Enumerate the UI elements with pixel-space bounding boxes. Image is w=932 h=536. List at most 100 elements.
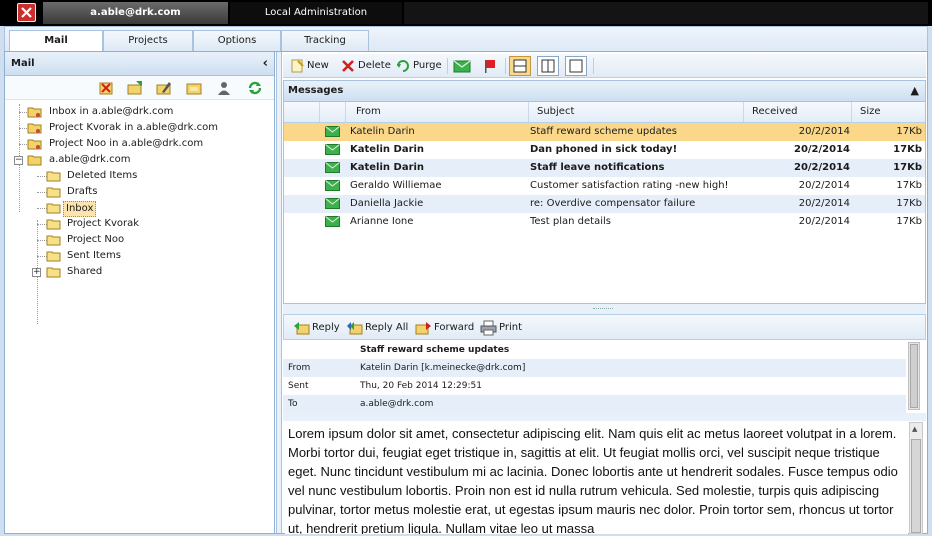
folder-icon	[46, 251, 61, 262]
folder-tree: Inbox in a.able@drk.com Project Kvorak i…	[5, 100, 274, 324]
message-toolbar: New Delete Purge	[283, 54, 926, 78]
column-header-size[interactable]: Size	[852, 102, 926, 122]
reply-icon	[294, 322, 310, 335]
chevron-up-icon[interactable]: ▲	[911, 81, 919, 101]
headers-scrollbar[interactable]	[908, 342, 920, 410]
message-subject: Dan phoned in sick today!	[530, 144, 678, 155]
top-bar-filler	[404, 2, 928, 24]
list-preview-splitter[interactable]	[283, 304, 926, 314]
share-folder-icon[interactable]	[216, 80, 232, 96]
tab-tracking[interactable]: Tracking	[281, 30, 369, 52]
folder-icon	[46, 267, 61, 278]
tree-item-label: Project Kvorak in a.able@drk.com	[49, 122, 218, 133]
rename-folder-icon[interactable]	[156, 80, 172, 96]
tree-item-label: Project Kvorak	[67, 218, 140, 229]
pane-splitter[interactable]	[276, 52, 282, 533]
tree-item-drafts[interactable]: Drafts	[5, 184, 274, 200]
shared-folder-icon	[27, 139, 42, 150]
message-list: From Subject Received Size Katelin Darin…	[283, 102, 926, 304]
collapse-toggle[interactable]: −	[14, 156, 23, 165]
message-row[interactable]: Arianne Ione Test plan details 20/2/2014…	[284, 213, 925, 231]
panel-title: Mail	[11, 58, 35, 69]
message-row[interactable]: Katelin Darin Staff leave notifications …	[284, 159, 925, 177]
layout-horizontal-split-button[interactable]	[509, 56, 531, 76]
tree-item-project-noo[interactable]: Project Noo	[5, 232, 274, 248]
column-header-from[interactable]: From	[346, 102, 529, 122]
print-label: Print	[499, 322, 523, 333]
folder-toolbar	[5, 76, 274, 100]
header-from-row: From Katelin Darin [k.meinecke@drk.com]	[283, 359, 906, 377]
tab-projects[interactable]: Projects	[103, 30, 193, 52]
message-row[interactable]: Geraldo Williemae Customer satisfaction …	[284, 177, 925, 195]
tree-item-project-kvorak[interactable]: Project Kvorak	[5, 216, 274, 232]
tab-mail[interactable]: Mail	[9, 30, 103, 53]
column-header-icon[interactable]	[320, 102, 346, 122]
folder-icon	[46, 235, 61, 246]
tab-options[interactable]: Options	[193, 30, 281, 52]
tree-item-deleted-items[interactable]: Deleted Items	[5, 168, 274, 184]
new-button[interactable]: New	[287, 57, 329, 75]
refresh-icon[interactable]	[247, 80, 263, 96]
layout-no-preview-button[interactable]	[565, 56, 587, 76]
header-sent-row: Sent Thu, 20 Feb 2014 12:29:51	[283, 377, 906, 395]
forward-button[interactable]: Forward	[415, 319, 474, 337]
tree-item-label: Deleted Items	[67, 170, 138, 181]
message-subject: Test plan details	[530, 216, 611, 227]
message-body: Lorem ipsum dolor sit amet, consectetur …	[285, 421, 908, 534]
message-headers: Staff reward scheme updates From Katelin…	[283, 341, 906, 413]
chevron-left-icon[interactable]: ‹	[263, 52, 268, 76]
tree-item-project-kvorak-shared[interactable]: Project Kvorak in a.able@drk.com	[5, 120, 274, 136]
message-size: 17Kb	[893, 144, 922, 155]
body-scrollbar[interactable]: ▲	[909, 422, 923, 534]
from-label: From	[288, 363, 311, 373]
close-icon[interactable]	[17, 3, 36, 22]
tree-item-inbox-shared[interactable]: Inbox in a.able@drk.com	[5, 104, 274, 120]
panel-header: Mail ‹	[5, 52, 274, 76]
message-row[interactable]: Katelin Darin Dan phoned in sick today! …	[284, 141, 925, 159]
message-from: Arianne Ione	[350, 216, 414, 227]
message-size: 17Kb	[896, 198, 922, 209]
new-folder-icon[interactable]	[127, 80, 143, 96]
message-list-header: From Subject Received Size	[284, 102, 925, 123]
message-received: 20/2/2014	[793, 162, 850, 173]
mailbox-folder-icon	[27, 155, 42, 166]
message-row[interactable]: Katelin Darin Staff reward scheme update…	[284, 123, 925, 141]
tree-item-shared[interactable]: + Shared	[5, 264, 274, 280]
folder-icon	[46, 203, 61, 214]
flag-icon[interactable]	[481, 57, 499, 75]
to-label: To	[288, 399, 298, 409]
message-row[interactable]: Daniella Jackie re: Overdive compensator…	[284, 195, 925, 213]
message-received: 20/2/2014	[798, 198, 850, 209]
top-bar: a.able@drk.com Local Administration	[0, 0, 932, 26]
user-tab[interactable]: a.able@drk.com	[43, 2, 228, 24]
messages-header: Messages ▲	[283, 80, 926, 102]
purge-button[interactable]: Purge	[393, 57, 442, 75]
tree-item-mailbox-root[interactable]: − a.able@drk.com	[5, 152, 274, 168]
column-header-received[interactable]: Received	[744, 102, 852, 122]
print-button[interactable]: Print	[480, 319, 522, 337]
layout-vertical-split-button[interactable]	[537, 56, 559, 76]
reading-toolbar: Reply Reply All Forward Print	[283, 314, 926, 340]
tree-item-inbox[interactable]: Inbox	[5, 200, 274, 217]
message-subject: Customer satisfaction rating -new high!	[530, 180, 729, 191]
column-header-subject[interactable]: Subject	[529, 102, 744, 122]
delete-button[interactable]: Delete	[338, 57, 391, 75]
tree-item-project-noo-shared[interactable]: Project Noo in a.able@drk.com	[5, 136, 274, 152]
message-received: 20/2/2014	[793, 144, 850, 155]
envelope-icon	[325, 216, 340, 227]
local-administration-tab[interactable]: Local Administration	[230, 2, 402, 24]
reply-label: Reply	[312, 322, 340, 333]
tree-item-sent-items[interactable]: Sent Items	[5, 248, 274, 264]
tree-item-label: Inbox in a.able@drk.com	[49, 106, 174, 117]
column-header-flag[interactable]	[284, 102, 320, 122]
envelope-icon	[325, 126, 340, 137]
delete-folder-icon[interactable]	[98, 80, 114, 96]
headers-body-splitter[interactable]	[283, 413, 926, 421]
main-tabs: Mail Projects Options Tracking	[4, 26, 928, 53]
reply-all-button[interactable]: Reply All	[346, 319, 408, 337]
reply-all-label: Reply All	[365, 322, 409, 333]
move-folder-icon[interactable]	[186, 80, 202, 96]
mark-read-icon[interactable]	[453, 57, 471, 75]
reply-button[interactable]: Reply	[293, 319, 340, 337]
expand-toggle[interactable]: +	[32, 268, 41, 277]
